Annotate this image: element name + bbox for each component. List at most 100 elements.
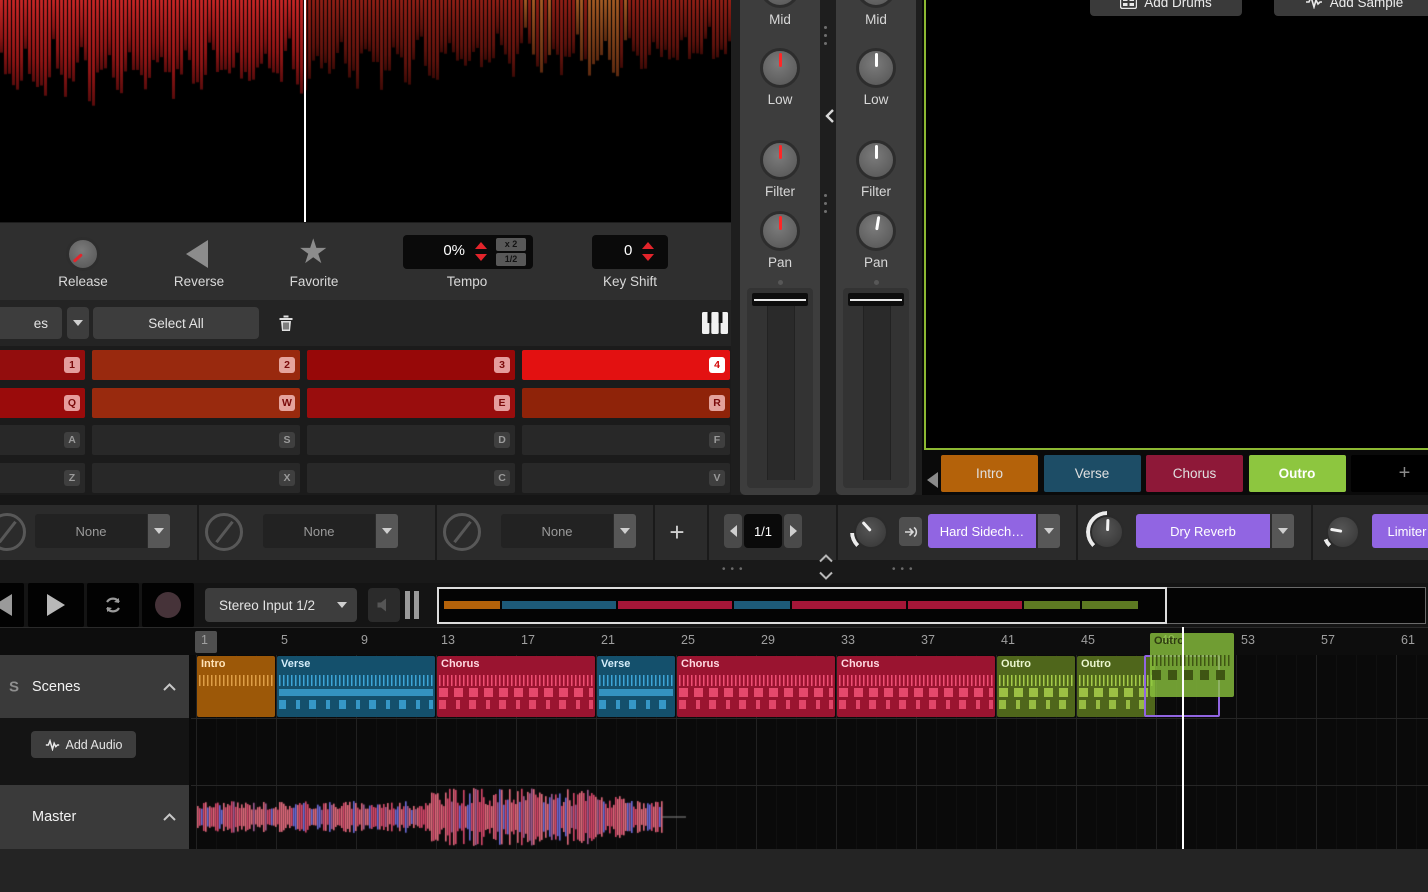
master-fx-2-knob[interactable] [1086, 511, 1128, 553]
arrangement-minimap[interactable] [437, 587, 1426, 624]
pad-F[interactable]: F [522, 425, 730, 455]
master-fx-3-knob[interactable] [1322, 511, 1364, 553]
deck-waveform-display[interactable] [0, 0, 731, 222]
fx-slot-2-knob[interactable] [205, 513, 243, 551]
fx-slot-1-knob[interactable] [0, 513, 26, 551]
master-fx-2-dropdown-arrow[interactable] [1272, 514, 1294, 548]
pad-V[interactable]: V [522, 463, 730, 493]
add-audio-button[interactable]: Add Audio [31, 731, 136, 758]
reverse-button[interactable] [186, 240, 208, 268]
tempo-value-box[interactable]: 0% x 2 1/2 [403, 235, 533, 269]
keyboard-mode-button[interactable] [702, 312, 728, 334]
pad-E[interactable]: E [307, 388, 515, 418]
fx-slot-2-select[interactable]: None [263, 514, 375, 548]
collapse-down-button[interactable] [818, 571, 834, 580]
fx-slot-1-select[interactable]: None [35, 514, 147, 548]
bank-dropdown-arrow[interactable] [67, 307, 89, 339]
master-fx-1-knob[interactable] [850, 511, 892, 553]
clip-chorus-bar25[interactable]: Chorus [677, 656, 835, 717]
keyshift-up-arrow[interactable] [642, 242, 654, 249]
pad-Q[interactable]: Q [0, 388, 85, 418]
scene-grid-area[interactable] [924, 0, 1428, 450]
favorite-star-icon[interactable]: ★ [298, 235, 328, 269]
bank-select-dropdown[interactable]: es [0, 307, 62, 339]
add-drums-button[interactable]: Add Drums [1090, 0, 1242, 16]
clip-verse-bar21[interactable]: Verse [597, 656, 675, 717]
clip-intro-bar1[interactable]: Intro [197, 656, 275, 717]
tempo-double-button[interactable]: x 2 [496, 238, 526, 251]
play-button[interactable] [28, 583, 84, 627]
fx-slot-3-dropdown-arrow[interactable] [614, 514, 636, 548]
input-source-select[interactable]: Stereo Input 1/2 [205, 588, 357, 622]
master-track-header[interactable]: Master [0, 785, 191, 849]
master-fx-1-dropdown-arrow[interactable] [1038, 514, 1060, 548]
clip-outro-bar41[interactable]: Outro [997, 656, 1075, 717]
expand-up-button[interactable] [818, 554, 834, 563]
channel-2-fader-handle[interactable] [848, 293, 904, 306]
channel-2-filter-knob[interactable] [856, 140, 896, 180]
fx-page-prev-button[interactable] [724, 514, 742, 548]
select-all-button[interactable]: Select All [93, 307, 259, 339]
pad-R[interactable]: R [522, 388, 730, 418]
add-sample-button[interactable]: Add Sample [1274, 0, 1428, 16]
add-fx-button[interactable]: + [663, 519, 691, 547]
pad-W[interactable]: W [92, 388, 300, 418]
pad-2[interactable]: 2 [92, 350, 300, 380]
delete-button[interactable] [269, 307, 303, 339]
channel-1-volume-fader[interactable] [747, 288, 813, 488]
master-collapse-button[interactable] [162, 813, 177, 822]
scene-tab-verse[interactable]: Verse [1044, 455, 1141, 492]
pad-4[interactable]: 4 [522, 350, 730, 380]
fx-slot-3-knob[interactable] [443, 513, 481, 551]
master-fx-1-name-button[interactable]: Hard Sidech… [928, 514, 1036, 548]
pad-1[interactable]: 1 [0, 350, 85, 380]
fx-page-next-button[interactable] [784, 514, 802, 548]
channel-1-low-knob[interactable] [760, 48, 800, 88]
fx-slot-2-dropdown-arrow[interactable] [376, 514, 398, 548]
tempo-half-button[interactable]: 1/2 [496, 253, 526, 266]
arrangement-grid[interactable]: IntroVerseChorusVerseChorusChorusOutroOu… [191, 655, 1428, 849]
scene-tab-outro[interactable]: Outro [1249, 455, 1346, 492]
channel-1-fader-handle[interactable] [752, 293, 808, 306]
pad-3[interactable]: 3 [307, 350, 515, 380]
pad-X[interactable]: X [92, 463, 300, 493]
pad-Z[interactable]: Z [0, 463, 85, 493]
dragging-clip-outro[interactable]: Outro [1150, 633, 1234, 697]
pad-D[interactable]: D [307, 425, 515, 455]
pad-C[interactable]: C [307, 463, 515, 493]
mixer-collapse-button[interactable] [824, 108, 835, 124]
channel-2-mid-knob[interactable] [856, 0, 896, 8]
clip-chorus-bar13[interactable]: Chorus [437, 656, 595, 717]
master-fx-2-name-button[interactable]: Dry Reverb [1136, 514, 1270, 548]
scene-tab-intro[interactable]: Intro [941, 455, 1038, 492]
fx-slot-3-select[interactable]: None [501, 514, 613, 548]
minimap-view-window[interactable] [437, 587, 1167, 624]
scene-tab-add[interactable]: + [1351, 455, 1428, 492]
release-knob[interactable] [66, 237, 100, 271]
monitor-button[interactable] [368, 588, 400, 622]
channel-2-volume-fader[interactable] [843, 288, 909, 488]
loop-button[interactable] [87, 583, 139, 627]
channel-2-low-knob[interactable] [856, 48, 896, 88]
keyshift-down-arrow[interactable] [642, 254, 654, 261]
drag-handle-dots[interactable]: ••• [722, 564, 748, 575]
drag-handle-dots[interactable]: ••• [892, 564, 918, 575]
record-button[interactable] [142, 583, 194, 627]
clip-chorus-bar33[interactable]: Chorus [837, 656, 995, 717]
fx-slot-1-dropdown-arrow[interactable] [148, 514, 170, 548]
tempo-up-arrow[interactable] [475, 242, 487, 249]
master-fx-3-name-button[interactable]: Limiter [1372, 514, 1428, 548]
channel-2-pan-knob[interactable] [856, 211, 896, 251]
channel-1-mid-knob[interactable] [760, 0, 800, 8]
channel-1-pan-knob[interactable] [760, 211, 800, 251]
clip-verse-bar5[interactable]: Verse [277, 656, 435, 717]
scene-tab-chorus[interactable]: Chorus [1146, 455, 1243, 492]
scenes-collapse-button[interactable] [162, 682, 177, 691]
go-to-start-button[interactable] [0, 583, 24, 627]
scenes-track-header[interactable]: S Scenes [0, 655, 191, 718]
pad-S[interactable]: S [92, 425, 300, 455]
sidechain-routing-button[interactable] [899, 517, 922, 546]
tempo-down-arrow[interactable] [475, 254, 487, 261]
keyshift-value-box[interactable]: 0 [592, 235, 668, 269]
channel-1-filter-knob[interactable] [760, 140, 800, 180]
